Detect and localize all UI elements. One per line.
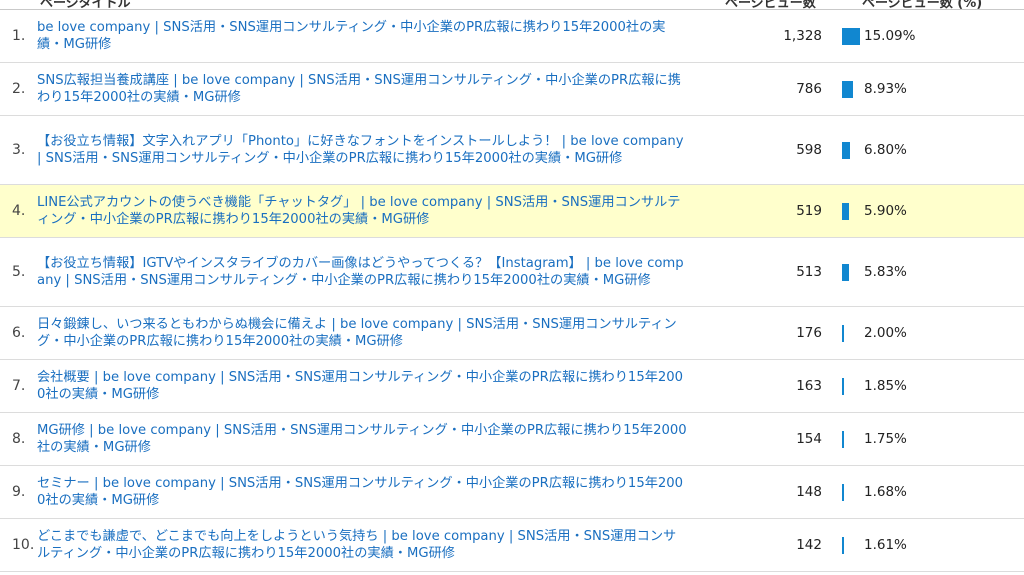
row-page-title-link[interactable]: MG研修 | be love company | SNS活用・SNS運用コンサル… <box>37 422 687 456</box>
table-row: 3. 【お役立ち情報】文字入れアプリ「Phonto」に好きなフォントをインストー… <box>0 116 1024 185</box>
row-pageviews: 154 <box>796 431 822 447</box>
table-row-highlighted: 4. LINE公式アカウントの使うべき機能「チャットタグ」 | be love … <box>0 185 1024 238</box>
row-share-bar-track <box>842 377 860 395</box>
row-share-bar <box>842 536 844 554</box>
row-rank: 4. <box>12 203 26 219</box>
row-share-bar-track <box>842 324 860 342</box>
row-rank: 9. <box>12 484 26 500</box>
row-share-bar-track <box>842 80 860 98</box>
row-rank: 8. <box>12 431 26 447</box>
table-row: 5. 【お役立ち情報】IGTVやインスタライブのカバー画像はどうやってつくる？【… <box>0 238 1024 307</box>
row-share-bar <box>842 263 849 281</box>
row-share-bar-track <box>842 430 860 448</box>
row-page-title-link[interactable]: SNS広報担当養成講座 | be love company | SNS活用・SN… <box>37 72 687 106</box>
row-pageviews: 163 <box>796 378 822 394</box>
row-rank: 1. <box>12 28 26 44</box>
row-pageviews: 513 <box>796 264 822 280</box>
row-share-bar-track <box>842 263 860 281</box>
row-page-title-link[interactable]: 会社概要 | be love company | SNS活用・SNS運用コンサル… <box>37 369 687 403</box>
row-pageviews-percent: 5.90% <box>864 203 907 219</box>
table-row: 9. セミナー | be love company | SNS活用・SNS運用コ… <box>0 466 1024 519</box>
row-pageviews: 786 <box>796 81 822 97</box>
row-pageviews: 519 <box>796 203 822 219</box>
row-pageviews-percent: 2.00% <box>864 325 907 341</box>
row-rank: 5. <box>12 264 26 280</box>
row-pageviews: 598 <box>796 142 822 158</box>
header-pageviews-percent[interactable]: ページビュー数 (%) <box>862 0 982 9</box>
row-share-bar <box>842 202 849 220</box>
row-page-title-link[interactable]: LINE公式アカウントの使うべき機能「チャットタグ」 | be love com… <box>37 194 687 228</box>
row-pageviews: 176 <box>796 325 822 341</box>
row-page-title-link[interactable]: 【お役立ち情報】IGTVやインスタライブのカバー画像はどうやってつくる？【Ins… <box>37 255 687 289</box>
row-share-bar-track <box>842 536 860 554</box>
row-rank: 10. <box>12 537 35 553</box>
row-rank: 7. <box>12 378 26 394</box>
row-rank: 6. <box>12 325 26 341</box>
row-rank: 2. <box>12 81 26 97</box>
table-row: 10. どこまでも謙虚で、どこまでも向上をしようという気持ち | be love… <box>0 519 1024 572</box>
row-pageviews-percent: 15.09% <box>864 28 916 44</box>
row-pageviews-percent: 6.80% <box>864 142 907 158</box>
row-share-bar-track <box>842 202 860 220</box>
row-share-bar-track <box>842 483 860 501</box>
row-pageviews-percent: 5.83% <box>864 264 907 280</box>
table-row: 6. 日々鍛錬し、いつ来るともわからぬ機会に備えよ | be love comp… <box>0 307 1024 360</box>
row-share-bar <box>842 324 844 342</box>
row-share-bar <box>842 141 850 159</box>
row-page-title-link[interactable]: 日々鍛錬し、いつ来るともわからぬ機会に備えよ | be love company… <box>37 316 687 350</box>
row-share-bar <box>842 27 860 45</box>
row-pageviews-percent: 1.85% <box>864 378 907 394</box>
header-page-title[interactable]: ページタイトル <box>40 0 130 9</box>
row-pageviews: 148 <box>796 484 822 500</box>
row-pageviews: 1,328 <box>783 28 822 44</box>
table-row: 1. be love company | SNS活用・SNS運用コンサルティング… <box>0 10 1024 63</box>
header-pageviews[interactable]: ページビュー数 <box>725 0 816 9</box>
row-share-bar <box>842 80 853 98</box>
report-table: 1. be love company | SNS活用・SNS運用コンサルティング… <box>0 10 1024 572</box>
row-page-title-link[interactable]: セミナー | be love company | SNS活用・SNS運用コンサル… <box>37 475 687 509</box>
row-pageviews-percent: 1.75% <box>864 431 907 447</box>
row-share-bar <box>842 377 844 395</box>
row-rank: 3. <box>12 142 26 158</box>
row-page-title-link[interactable]: 【お役立ち情報】文字入れアプリ「Phonto」に好きなフォントをインストールしよ… <box>37 133 687 167</box>
row-share-bar <box>842 430 844 448</box>
row-page-title-link[interactable]: be love company | SNS活用・SNS運用コンサルティング・中小… <box>37 19 687 53</box>
row-share-bar-track <box>842 141 860 159</box>
row-page-title-link[interactable]: どこまでも謙虚で、どこまでも向上をしようという気持ち | be love com… <box>37 528 687 562</box>
row-pageviews-percent: 1.61% <box>864 537 907 553</box>
row-share-bar-track <box>842 27 860 45</box>
table-row: 7. 会社概要 | be love company | SNS活用・SNS運用コ… <box>0 360 1024 413</box>
table-row: 2. SNS広報担当養成講座 | be love company | SNS活用… <box>0 63 1024 116</box>
row-pageviews-percent: 8.93% <box>864 81 907 97</box>
row-pageviews: 142 <box>796 537 822 553</box>
row-pageviews-percent: 1.68% <box>864 484 907 500</box>
table-header: ページタイトル ページビュー数 ページビュー数 (%) <box>0 0 1024 10</box>
table-row: 8. MG研修 | be love company | SNS活用・SNS運用コ… <box>0 413 1024 466</box>
row-share-bar <box>842 483 844 501</box>
